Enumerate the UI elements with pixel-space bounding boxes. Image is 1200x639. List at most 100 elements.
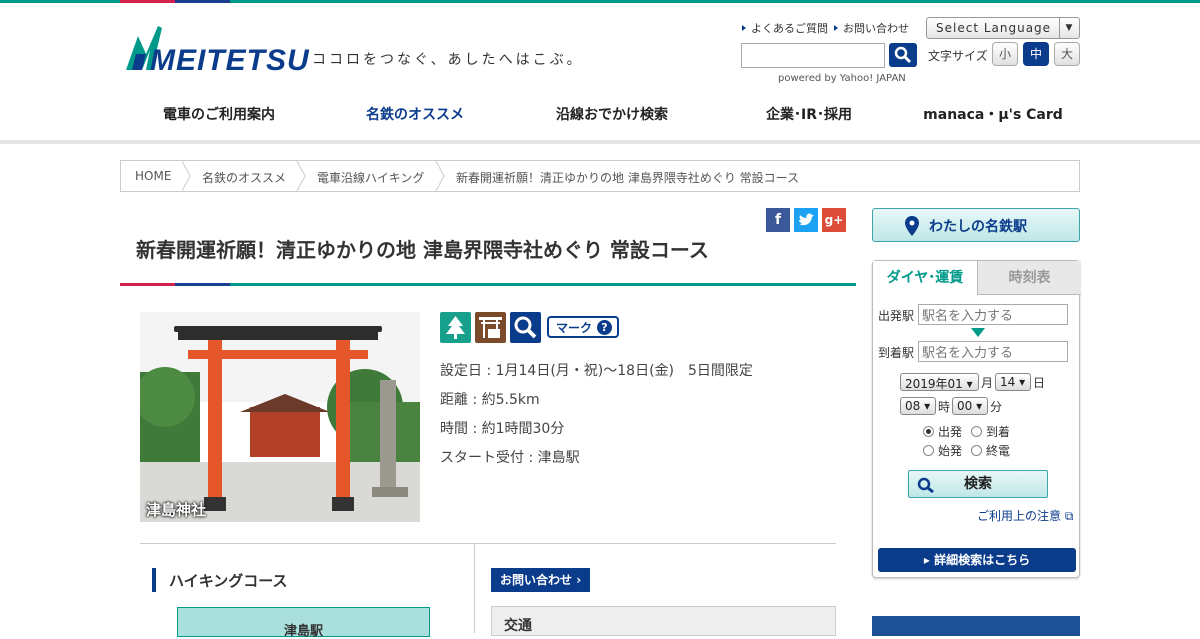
breadcrumb-separator-icon [296, 161, 306, 191]
google-plus-share-icon[interactable]: g+ [822, 208, 846, 232]
radio-first-train-label: 始発 [938, 444, 963, 458]
nav-outing-search[interactable]: 沿線おでかけ検索 [512, 96, 712, 144]
font-size-label: 文字サイズ [928, 49, 988, 63]
search-icon [894, 46, 912, 64]
mark-label: マーク [556, 321, 593, 335]
arrive-station-input[interactable] [918, 341, 1068, 362]
route-search-label: 検索 [964, 476, 992, 492]
section-divider [140, 543, 836, 544]
traffic-heading: 交通 [491, 606, 836, 636]
brand-color-bar [0, 0, 1200, 3]
month-unit: 月 [981, 376, 994, 390]
tree-icon-glyph [446, 316, 465, 339]
radio-last-train[interactable] [971, 445, 982, 456]
twitter-bird-icon [799, 213, 814, 226]
page-title: 新春開運祈願！清正ゆかりの地 津島界隈寺社めぐり 常設コース [136, 238, 709, 262]
logo-text: MEITETSU [150, 44, 310, 77]
usage-note-label: ご利用上の注意 [977, 509, 1062, 523]
hour-select[interactable]: 08 ▾ [900, 397, 936, 415]
depart-station-input[interactable] [918, 304, 1068, 325]
heading-accent [152, 568, 156, 592]
torii-icon-glyph [479, 317, 502, 338]
column-divider [474, 543, 475, 633]
depart-station-label: 出発駅 [878, 309, 915, 323]
breadcrumb-recommend[interactable]: 名鉄のオススメ [202, 169, 286, 186]
day-unit: 日 [1033, 376, 1046, 390]
breadcrumb-current: 新春開運祈願！清正ゆかりの地 津島界隈寺社めぐり 常設コース [456, 171, 800, 185]
magnifier-icon [514, 316, 537, 339]
nav-corporate[interactable]: 企業･IR･採用 [716, 96, 902, 144]
photo-caption: 津島神社 [146, 501, 207, 519]
chevron-right-icon: ▸ [923, 553, 930, 567]
search-icon [917, 477, 934, 493]
font-size-large[interactable]: 大 [1054, 42, 1080, 66]
course-start: スタート受付 : 津島駅 [440, 450, 580, 466]
course-station-box: 津島駅 [177, 607, 430, 639]
language-select[interactable]: Select Language ▼ [926, 17, 1080, 39]
title-underline [120, 283, 856, 286]
language-select-label: Select Language [936, 21, 1052, 35]
breadcrumb-separator-icon [181, 161, 191, 191]
contact-link[interactable]: お問い合わせ [834, 20, 909, 36]
faq-link[interactable]: よくあるご質問 [742, 20, 828, 36]
nav-recommend[interactable]: 名鉄のオススメ [322, 96, 508, 144]
external-link-icon: ⧉ [1064, 509, 1074, 523]
breadcrumb-home[interactable]: HOME [135, 169, 171, 183]
radio-arrive-label: 到着 [986, 425, 1011, 439]
question-icon: ? [597, 320, 612, 335]
day-select[interactable]: 14 ▾ [995, 373, 1031, 391]
course-photo [140, 312, 420, 522]
tsushima-shrine-photo [140, 312, 420, 522]
minute-select[interactable]: 00 ▾ [952, 397, 988, 415]
arrow-down-icon [971, 328, 985, 337]
year-month-value: 2019年01 [905, 377, 963, 391]
tree-icon [440, 312, 471, 343]
minute-unit: 分 [990, 400, 1003, 414]
radio-last-train-label: 終電 [986, 444, 1011, 458]
radio-depart-label: 出発 [938, 425, 963, 439]
tab-timetable-fare[interactable]: ダイヤ･運賃 [873, 261, 977, 295]
facebook-share-icon[interactable]: f [766, 208, 790, 232]
arrive-station-label: 到着駅 [878, 346, 915, 360]
shrine-icon [475, 312, 506, 343]
global-nav: 電車のご利用案内 名鉄のオススメ 沿線おでかけ検索 企業･IR･採用 manac… [120, 96, 1080, 144]
my-station-label: わたしの名鉄駅 [929, 219, 1027, 235]
minute-value: 00 [957, 399, 973, 413]
route-search-panel: ダイヤ･運賃 時刻表 出発駅 到着駅 2019年01 ▾ 月 14 ▾ 日 08… [872, 260, 1081, 578]
breadcrumb-separator-icon [435, 161, 445, 191]
site-search-input[interactable] [741, 43, 885, 68]
tab-timetable[interactable]: 時刻表 [977, 261, 1081, 295]
map-pin-icon [905, 216, 919, 236]
detail-search-label: 詳細検索はこちら [934, 553, 1031, 567]
tagline: ココロをつなぐ、あしたへはこぶ。 [312, 52, 584, 68]
course-time: 時間 : 約1時間30分 [440, 421, 565, 437]
chevron-down-icon: ▼ [1059, 18, 1079, 38]
font-size-medium[interactable]: 中 [1023, 42, 1049, 66]
inquiry-button[interactable]: お問い合わせ › [491, 568, 590, 592]
my-station-button[interactable]: わたしの名鉄駅 [872, 208, 1080, 242]
radio-depart[interactable] [923, 426, 934, 437]
year-month-select[interactable]: 2019年01 ▾ [900, 373, 979, 391]
inquiry-label: お問い合わせ [500, 573, 573, 587]
detail-search-button[interactable]: ▸ 詳細検索はこちら [878, 548, 1076, 572]
route-search-button[interactable]: 検索 [908, 470, 1048, 498]
sidebar-banner[interactable] [872, 616, 1080, 636]
hour-unit: 時 [938, 400, 951, 414]
breadcrumb: HOME 名鉄のオススメ 電車沿線ハイキング 新春開運祈願！清正ゆかりの地 津島… [120, 160, 1080, 192]
breadcrumb-hiking[interactable]: 電車沿線ハイキング [317, 169, 424, 186]
site-search-button[interactable] [889, 43, 917, 67]
usage-note-link[interactable]: ご利用上の注意 ⧉ [977, 507, 1073, 524]
radio-arrive[interactable] [971, 426, 982, 437]
twitter-share-icon[interactable] [794, 208, 818, 232]
powered-by: powered by Yahoo! JAPAN [778, 73, 906, 84]
nav-divider [0, 140, 1200, 144]
hour-value: 08 [905, 399, 921, 413]
radio-first-train[interactable] [923, 445, 934, 456]
search-course-icon[interactable] [510, 312, 541, 343]
mark-legend-button[interactable]: マーク ? [547, 316, 619, 338]
nav-train-guide[interactable]: 電車のご利用案内 [120, 96, 318, 144]
course-distance: 距離 : 約5.5km [440, 392, 540, 408]
nav-manaca[interactable]: manaca・μ's Card [906, 96, 1080, 144]
font-size-small[interactable]: 小 [992, 42, 1018, 66]
hiking-course-heading: ハイキングコース [169, 572, 288, 590]
